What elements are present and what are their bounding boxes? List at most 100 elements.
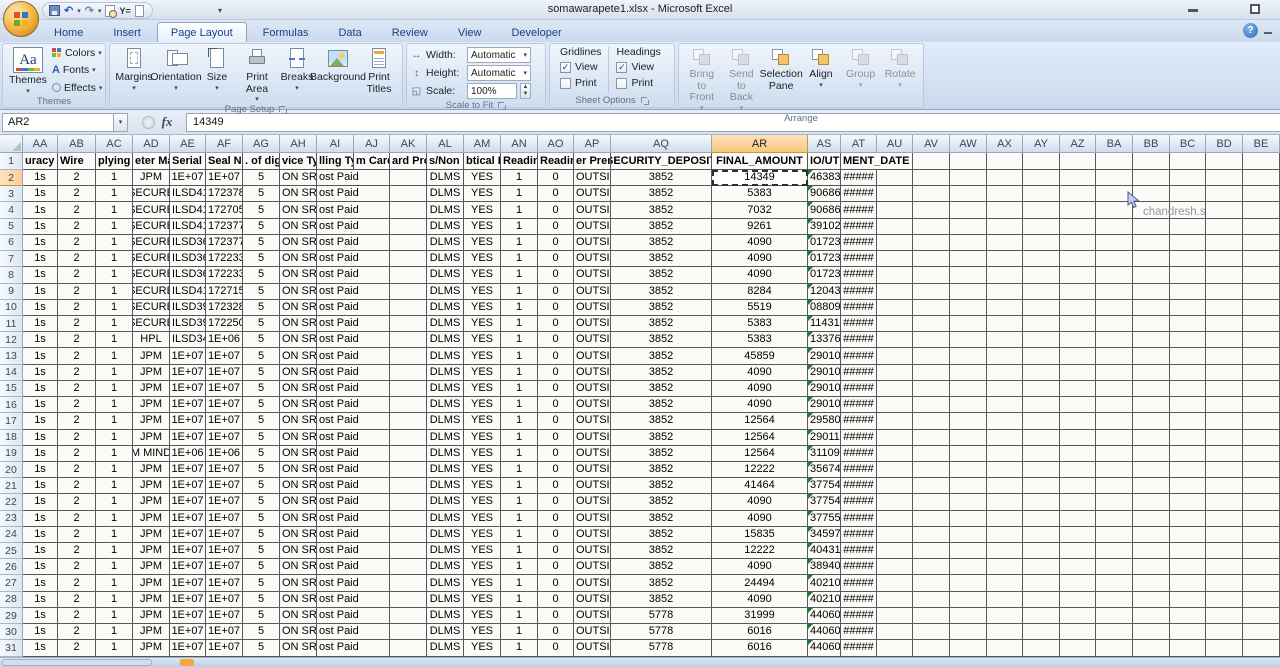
cell[interactable] [1096, 251, 1133, 267]
cell[interactable]: ost Paid [317, 235, 354, 251]
cell[interactable]: ost Paid [317, 267, 354, 283]
cell[interactable] [354, 511, 390, 527]
cell[interactable]: 1 [96, 592, 133, 608]
cell[interactable]: ##### [841, 511, 877, 527]
cell[interactable]: ost Paid [317, 527, 354, 543]
cell[interactable] [1096, 559, 1133, 575]
cell[interactable] [354, 235, 390, 251]
cell[interactable]: 1s [23, 592, 58, 608]
cell[interactable] [1060, 624, 1096, 640]
cell[interactable] [1023, 527, 1060, 543]
cell[interactable]: 1 [501, 202, 538, 218]
cell[interactable] [1243, 251, 1280, 267]
cell[interactable]: YES [464, 559, 501, 575]
cell[interactable] [1060, 219, 1096, 235]
cell[interactable]: 1E+07 [206, 592, 243, 608]
tab-review[interactable]: Review [378, 22, 442, 42]
cell[interactable]: YES [464, 235, 501, 251]
cell[interactable] [1243, 478, 1280, 494]
cell[interactable]: ##### [841, 592, 877, 608]
cell[interactable] [877, 251, 913, 267]
cell[interactable]: 402103 [808, 575, 841, 591]
cell[interactable]: DLMS [427, 592, 464, 608]
cell[interactable]: 1s [23, 170, 58, 186]
cell[interactable] [1060, 527, 1096, 543]
cell[interactable]: ost Paid [317, 348, 354, 364]
cell[interactable] [987, 494, 1023, 510]
cell[interactable] [390, 640, 427, 656]
cell[interactable]: 3852 [611, 202, 712, 218]
cell[interactable]: 1 [501, 511, 538, 527]
cell[interactable]: ##### [841, 365, 877, 381]
cell[interactable] [1096, 267, 1133, 283]
cell[interactable] [1023, 284, 1060, 300]
cell[interactable] [1133, 397, 1170, 413]
cell[interactable]: 2 [58, 186, 96, 202]
cell[interactable]: 5 [243, 219, 280, 235]
cell[interactable]: 1 [501, 251, 538, 267]
cell[interactable]: 6016 [712, 624, 808, 640]
cell[interactable] [1206, 219, 1243, 235]
cell[interactable]: 1 [501, 316, 538, 332]
cell[interactable] [1243, 332, 1280, 348]
cell[interactable]: 2 [58, 235, 96, 251]
cell[interactable]: 1 [501, 592, 538, 608]
cell[interactable]: OUTSIDE [574, 365, 611, 381]
cell[interactable]: 172705 [206, 202, 243, 218]
cell[interactable]: 1 [96, 348, 133, 364]
cell[interactable] [1243, 446, 1280, 462]
cell[interactable]: 5 [243, 267, 280, 283]
cell[interactable]: 1E+07 [170, 462, 206, 478]
cell[interactable]: DLMS [427, 478, 464, 494]
cell[interactable]: 017237 [808, 251, 841, 267]
cell[interactable] [950, 202, 987, 218]
cell[interactable]: 1s [23, 478, 58, 494]
cell[interactable]: YES [464, 316, 501, 332]
cell[interactable]: 1 [501, 640, 538, 656]
orientation-button[interactable]: Orientation▾ [155, 46, 197, 104]
cell[interactable] [950, 640, 987, 656]
cell[interactable] [1023, 624, 1060, 640]
cell[interactable] [354, 559, 390, 575]
cell[interactable] [1096, 413, 1133, 429]
cell[interactable] [913, 446, 950, 462]
cell[interactable]: JPM [133, 430, 170, 446]
cell[interactable]: Wire [58, 153, 96, 170]
cell[interactable]: OUTSIDE [574, 186, 611, 202]
headings-view-checkbox[interactable]: ✓View [616, 59, 654, 75]
cell[interactable] [950, 413, 987, 429]
cell[interactable] [877, 316, 913, 332]
cell[interactable] [1023, 543, 1060, 559]
cell[interactable]: 2 [58, 640, 96, 656]
cell[interactable] [1206, 300, 1243, 316]
cell[interactable]: 1E+07 [170, 494, 206, 510]
cell[interactable] [1023, 153, 1060, 170]
cell[interactable]: 114318 [808, 316, 841, 332]
cell[interactable]: DLMS [427, 511, 464, 527]
cell[interactable] [1243, 381, 1280, 397]
row-header-14[interactable]: 14 [0, 365, 23, 381]
cell[interactable]: JPM [133, 575, 170, 591]
active-cell-AR2[interactable]: 14349 [712, 170, 808, 186]
cell[interactable] [1243, 284, 1280, 300]
cell[interactable]: 391027 [808, 219, 841, 235]
cell[interactable]: 172378 [206, 186, 243, 202]
cell[interactable]: eter Ma [133, 153, 170, 170]
gridlines-print-checkbox[interactable]: Print [560, 75, 597, 91]
cell[interactable]: ILSD343 [170, 332, 206, 348]
cell[interactable]: 3852 [611, 527, 712, 543]
cell[interactable]: SECURE [133, 186, 170, 202]
cell[interactable]: ON SRE [280, 332, 317, 348]
undo-icon[interactable]: ↶ [64, 4, 73, 17]
cell[interactable] [354, 592, 390, 608]
cell[interactable] [987, 219, 1023, 235]
cell[interactable]: 1s [23, 284, 58, 300]
cell[interactable] [1170, 592, 1206, 608]
cell[interactable] [1206, 365, 1243, 381]
cell[interactable]: 0 [538, 608, 574, 624]
cell[interactable]: 5383 [712, 332, 808, 348]
cell[interactable]: 290106 [808, 365, 841, 381]
cell[interactable]: YES [464, 267, 501, 283]
width-select[interactable]: Automatic▾ [467, 47, 531, 63]
cell[interactable] [1206, 527, 1243, 543]
